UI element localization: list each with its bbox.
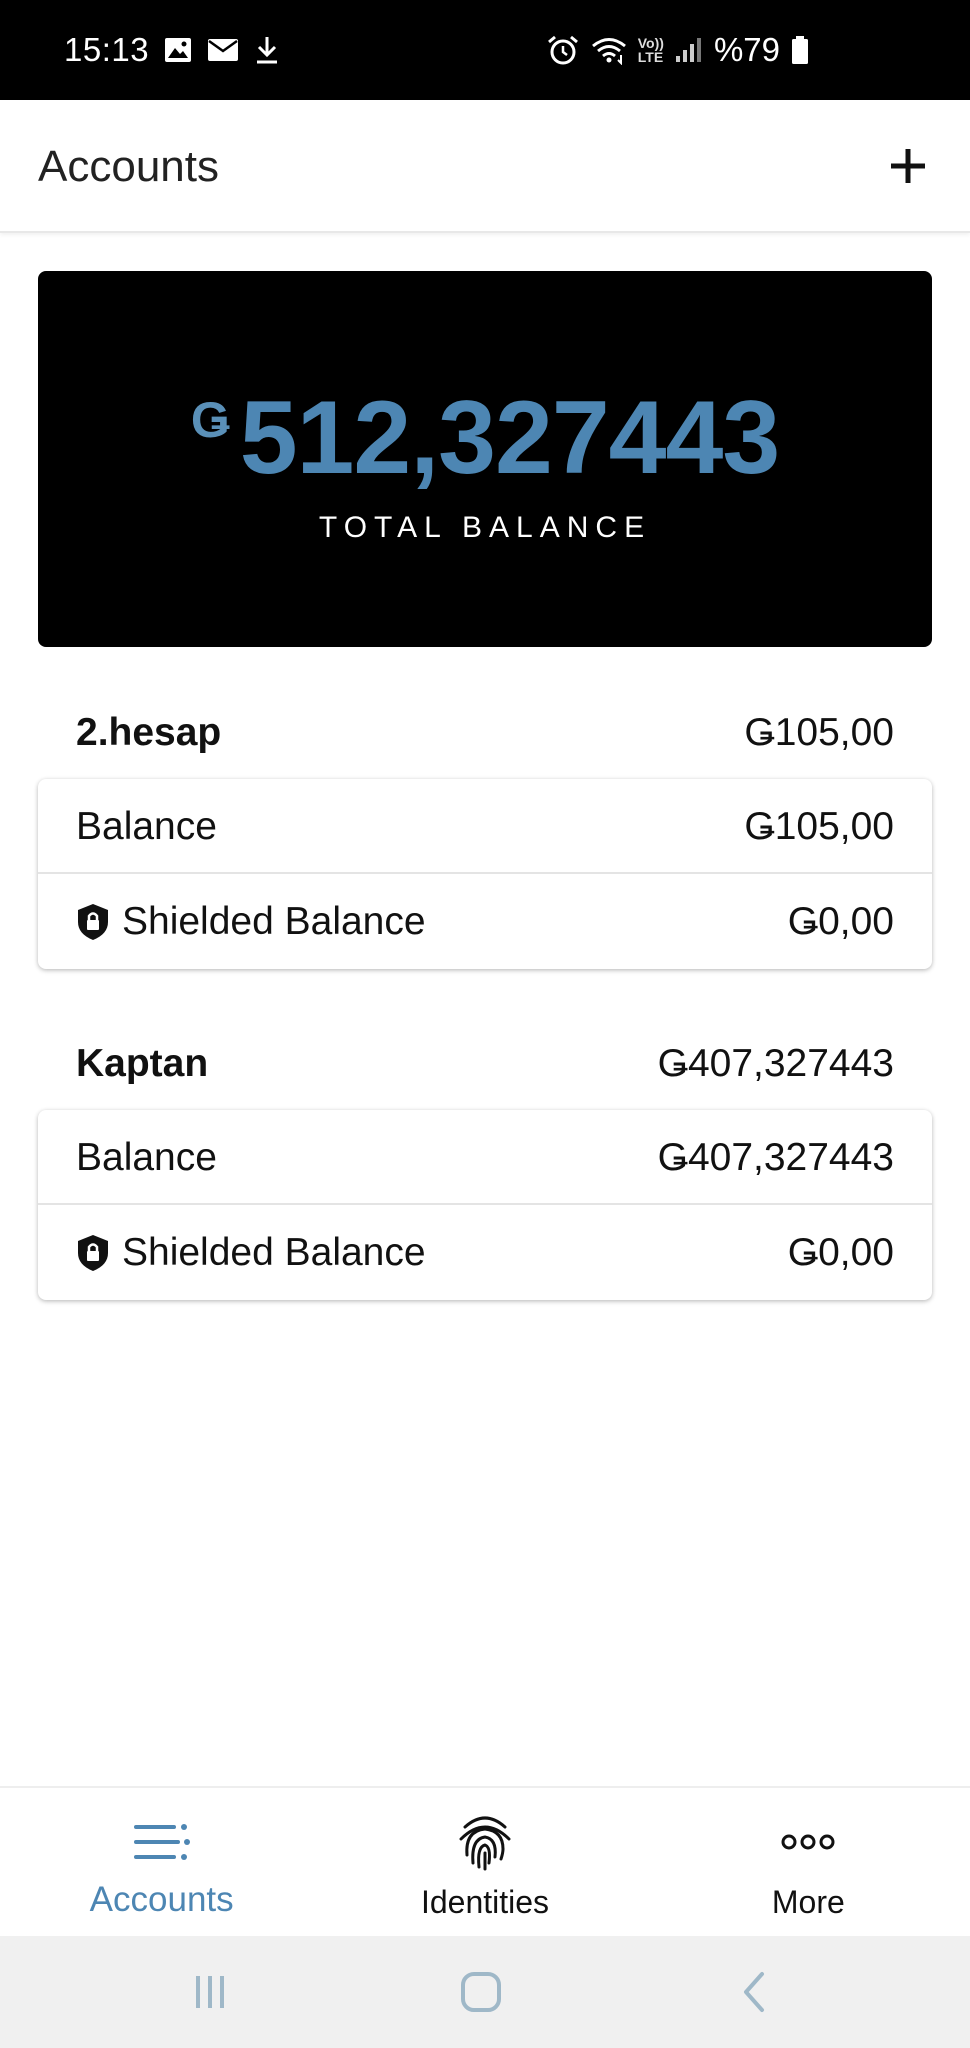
- volte-bottom-text: LTE: [637, 49, 664, 65]
- back-button[interactable]: [724, 1966, 784, 2018]
- nav-label: More: [771, 1884, 845, 1920]
- balance-label: Balance: [76, 1136, 217, 1179]
- plus-icon: [891, 149, 925, 183]
- image-icon: [163, 35, 193, 65]
- shield-lock-icon: [78, 1234, 108, 1271]
- account-total: Ǥ105,00: [744, 711, 894, 754]
- shielded-label-group: Shielded Balance: [76, 1205, 426, 1300]
- account-card: Balance Ǥ105,00 Shielded Balance Ǥ0,00: [38, 779, 932, 969]
- account-name: 2.hesap: [76, 711, 222, 754]
- balance-value: Ǥ105,00: [744, 805, 894, 848]
- status-left: 15:13: [64, 0, 281, 100]
- system-nav-bar: [0, 1936, 970, 2048]
- wifi-icon: [590, 35, 628, 65]
- shielded-balance-row[interactable]: Shielded Balance Ǥ0,00: [38, 874, 932, 969]
- battery-text: %79: [713, 31, 780, 68]
- page-title: Accounts: [38, 142, 219, 191]
- battery-icon: [790, 35, 810, 65]
- balance-row[interactable]: Balance Ǥ105,00: [38, 779, 932, 874]
- shielded-balance-value: Ǥ0,00: [787, 1231, 894, 1274]
- volte-top-text: Vo)): [637, 35, 664, 51]
- nav-label: Accounts: [89, 1880, 234, 1919]
- shielded-balance-value: Ǥ0,00: [787, 900, 894, 943]
- nav-more[interactable]: More: [647, 1788, 970, 1938]
- status-bar: 15:13 Vo)) LTE %79: [0, 0, 970, 100]
- nav-identities[interactable]: Identities: [323, 1788, 646, 1938]
- total-balance-card: Ǥ512,327443 TOTAL BALANCE: [38, 271, 932, 647]
- shielded-balance-label: Shielded Balance: [122, 900, 426, 943]
- account-card: Balance Ǥ407,327443 Shielded Balance Ǥ0,…: [38, 1110, 932, 1300]
- total-balance-value: 512,327443: [239, 380, 780, 496]
- download-icon: [253, 35, 281, 65]
- home-icon: [461, 1972, 501, 2012]
- account-header[interactable]: 2.hesap Ǥ105,00: [38, 698, 932, 768]
- back-icon: [744, 1972, 764, 2012]
- account-total: Ǥ407,327443: [657, 1042, 894, 1085]
- shielded-balance-label: Shielded Balance: [122, 1231, 426, 1274]
- recent-apps-icon: [196, 1976, 224, 2008]
- nav-accounts[interactable]: Accounts: [0, 1788, 323, 1938]
- nav-label: Identities: [420, 1884, 550, 1920]
- balance-row[interactable]: Balance Ǥ407,327443: [38, 1110, 932, 1205]
- currency-symbol: Ǥ: [190, 392, 230, 448]
- list-icon: [130, 1810, 194, 1874]
- shield-lock-icon: [78, 903, 108, 940]
- fingerprint-icon: [453, 1810, 517, 1874]
- shielded-balance-row[interactable]: Shielded Balance Ǥ0,00: [38, 1205, 932, 1300]
- account-name: Kaptan: [76, 1042, 209, 1085]
- total-amount-row: Ǥ512,327443: [38, 383, 932, 493]
- account-header[interactable]: Kaptan Ǥ407,327443: [38, 1029, 932, 1099]
- recent-apps-button[interactable]: [180, 1966, 240, 2018]
- bottom-nav: Accounts Identities More: [0, 1786, 970, 1936]
- total-balance-label: TOTAL BALANCE: [318, 511, 652, 544]
- alarm-icon: [546, 34, 580, 66]
- more-icon: [776, 1810, 840, 1874]
- volte-icon: Vo)) LTE: [638, 36, 664, 64]
- status-right: Vo)) LTE %79: [546, 0, 810, 100]
- balance-label: Balance: [76, 805, 217, 848]
- balance-value: Ǥ407,327443: [657, 1136, 894, 1179]
- home-button[interactable]: [451, 1966, 511, 2018]
- mail-icon: [207, 37, 239, 63]
- shielded-label-group: Shielded Balance: [76, 874, 426, 969]
- add-account-button[interactable]: [876, 134, 940, 198]
- status-time: 15:13: [64, 31, 150, 68]
- signal-icon: [674, 36, 704, 64]
- app-bar: Accounts: [0, 100, 970, 233]
